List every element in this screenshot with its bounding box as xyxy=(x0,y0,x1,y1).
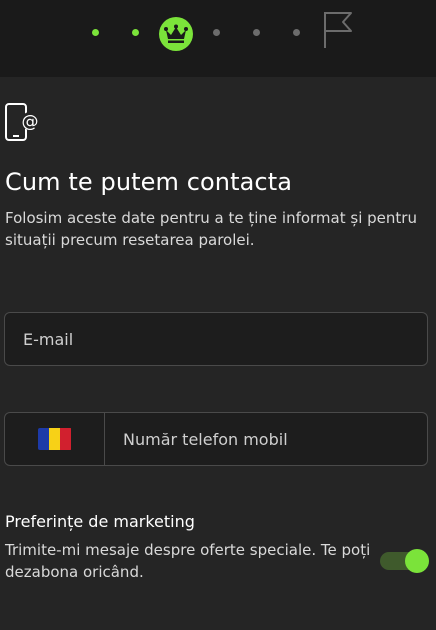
marketing-title: Preferințe de marketing xyxy=(5,512,195,531)
step-dot-pending xyxy=(213,29,220,36)
phone-placeholder: Număr telefon mobil xyxy=(123,430,288,449)
page-description: Folosim aceste date pentru a te ține inf… xyxy=(5,209,417,249)
flag-icon xyxy=(324,12,352,48)
step-dot-completed xyxy=(132,29,139,36)
toggle-knob xyxy=(405,549,429,573)
email-placeholder: E-mail xyxy=(23,330,74,349)
phone-field[interactable]: Număr telefon mobil xyxy=(4,412,428,466)
romania-flag-icon xyxy=(37,428,72,450)
email-field[interactable]: E-mail xyxy=(4,312,428,366)
marketing-toggle[interactable] xyxy=(380,549,430,573)
marketing-text: Trimite-mi mesaje despre oferte speciale… xyxy=(5,541,371,581)
contact-phone-icon: @ xyxy=(5,103,39,141)
country-selector[interactable] xyxy=(5,413,105,465)
page-title: Cum te putem contacta xyxy=(5,168,293,196)
current-step-indicator xyxy=(159,17,193,51)
crown-icon xyxy=(164,24,188,43)
step-dot-pending xyxy=(253,29,260,36)
svg-text:@: @ xyxy=(22,112,39,132)
step-dot-pending xyxy=(293,29,300,36)
progress-header xyxy=(0,0,436,77)
step-dot-completed xyxy=(92,29,99,36)
